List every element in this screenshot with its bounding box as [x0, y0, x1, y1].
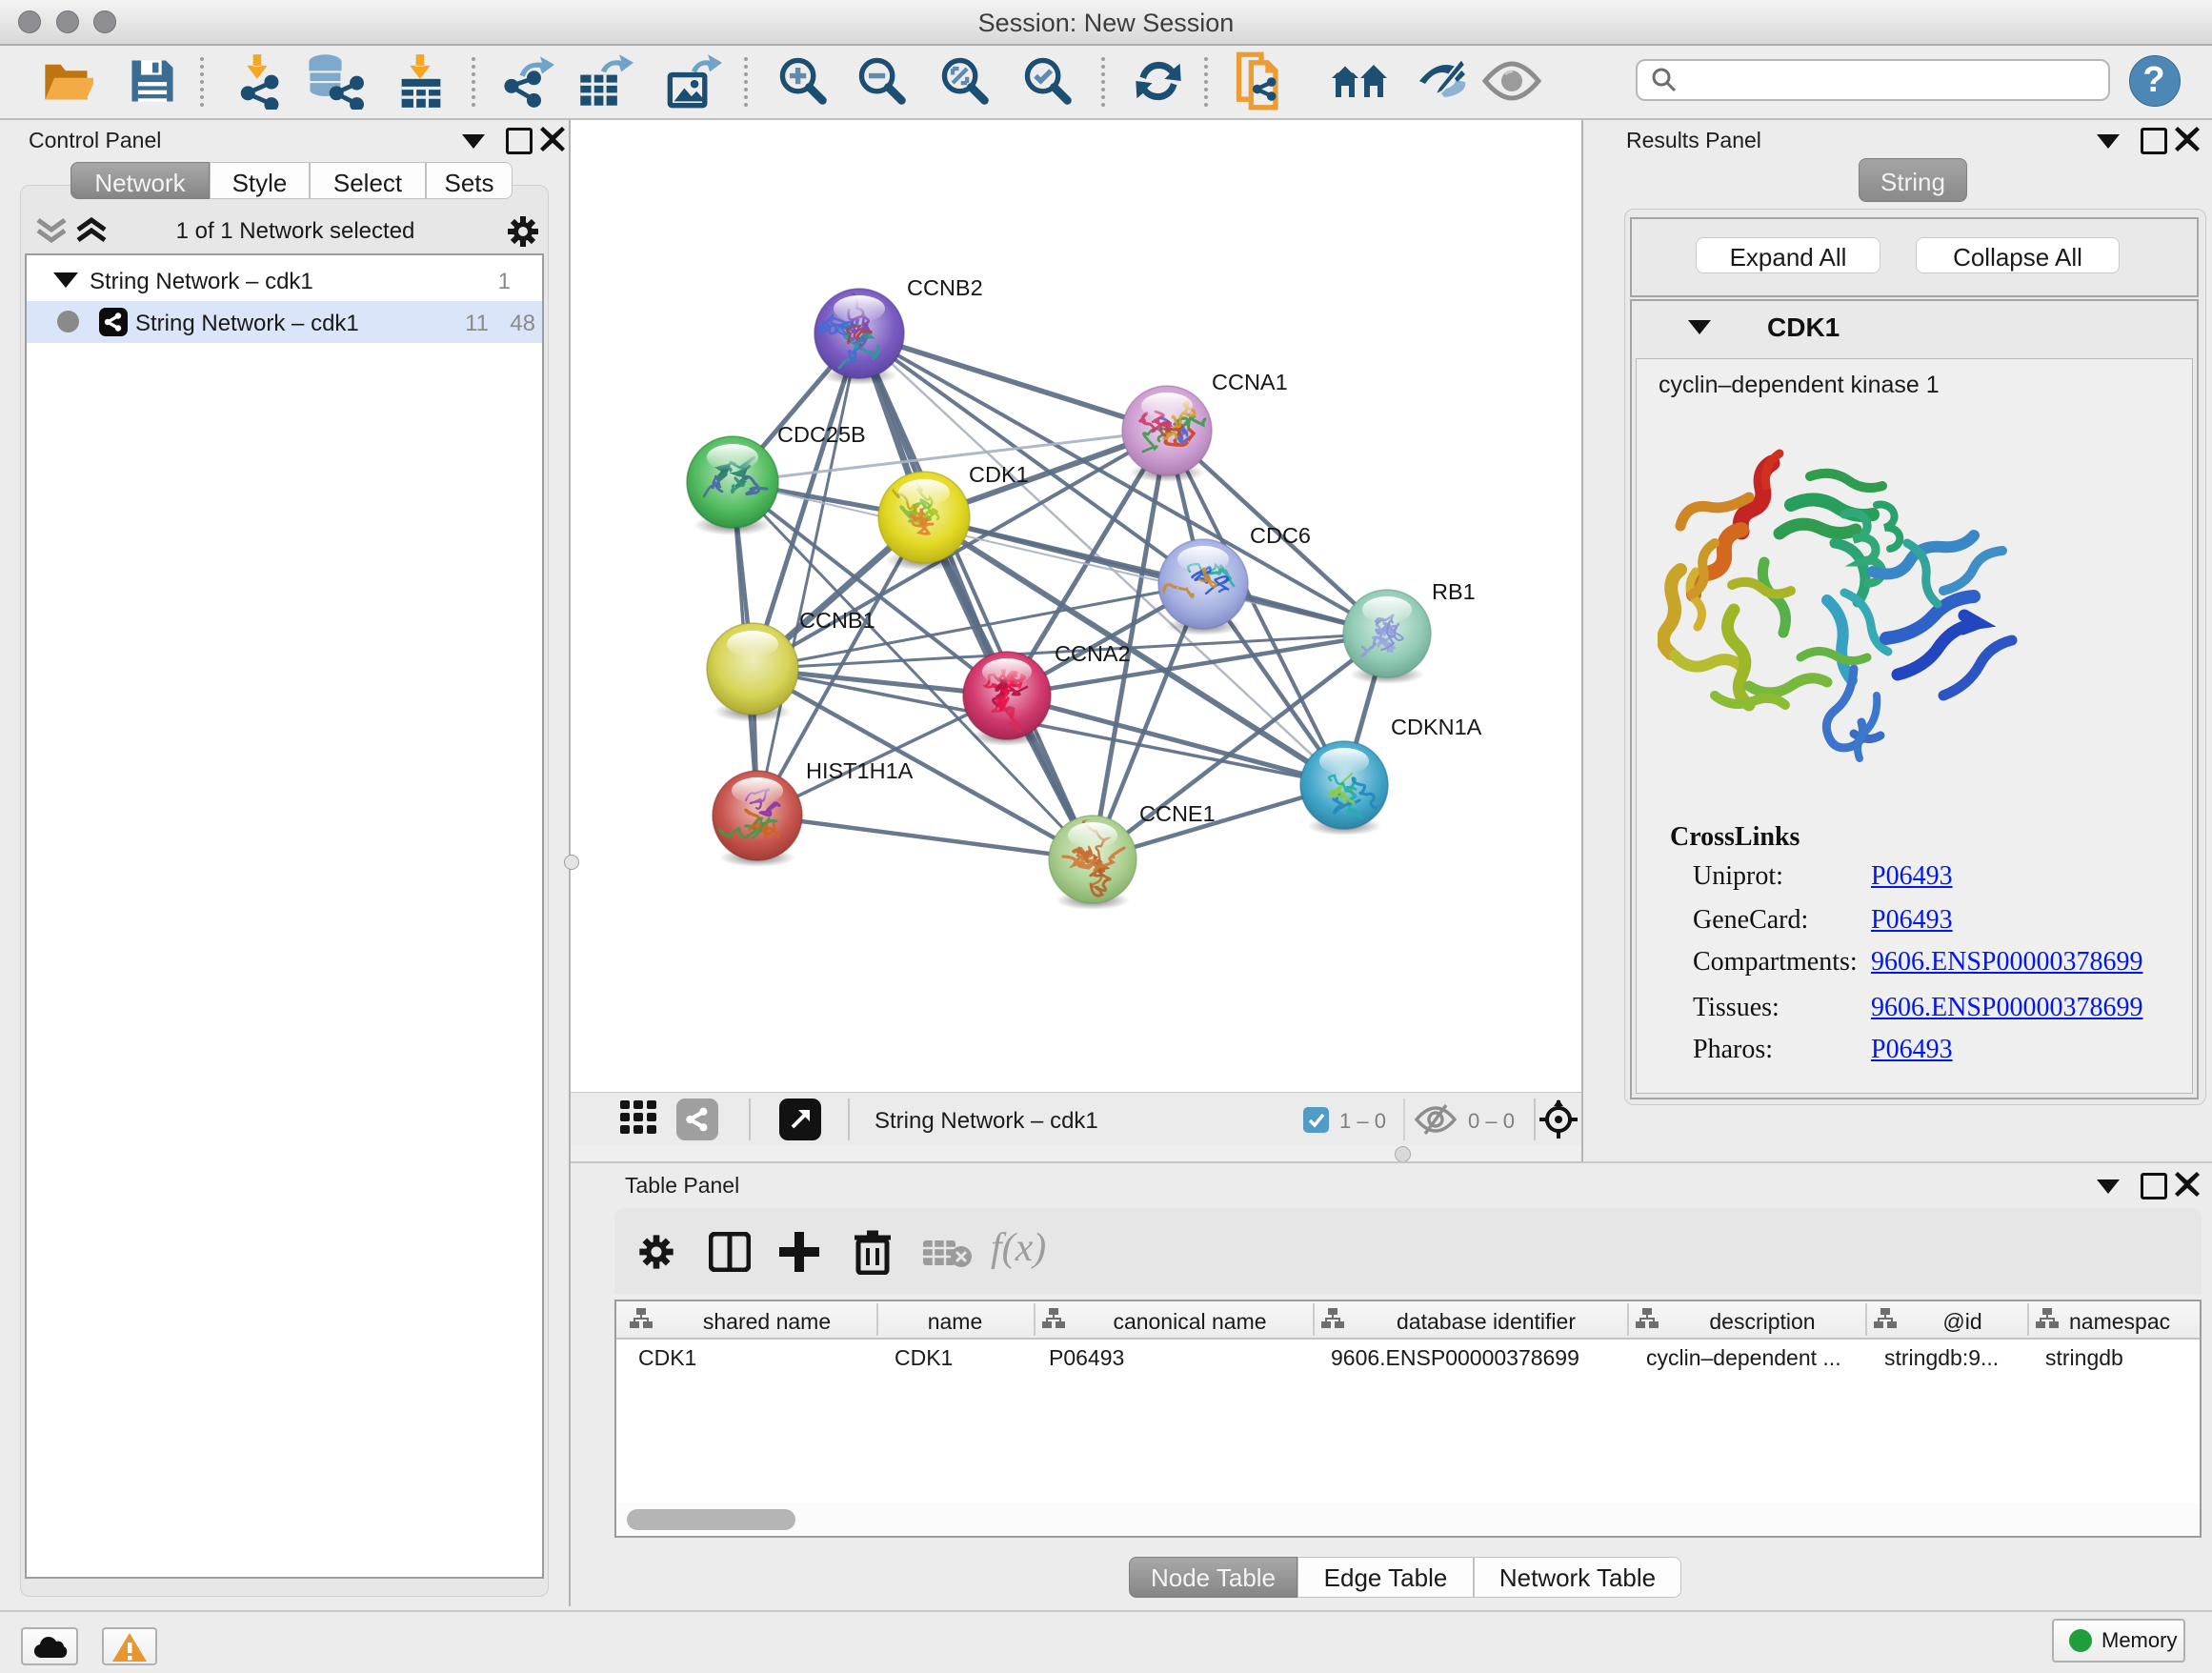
svg-text:CCNB2: CCNB2 — [907, 275, 983, 300]
svg-text:CDK1: CDK1 — [969, 462, 1029, 487]
svg-text:CCNE1: CCNE1 — [1139, 801, 1216, 826]
svg-text:CCNB1: CCNB1 — [799, 608, 875, 633]
svg-text:CDC25B: CDC25B — [777, 422, 866, 447]
svg-text:RB1: RB1 — [1432, 579, 1476, 604]
svg-text:CDC6: CDC6 — [1250, 523, 1311, 548]
svg-text:CCNA1: CCNA1 — [1212, 370, 1288, 394]
svg-text:HIST1H1A: HIST1H1A — [806, 758, 914, 783]
svg-text:CDKN1A: CDKN1A — [1391, 715, 1482, 739]
svg-text:CCNA2: CCNA2 — [1055, 641, 1131, 666]
